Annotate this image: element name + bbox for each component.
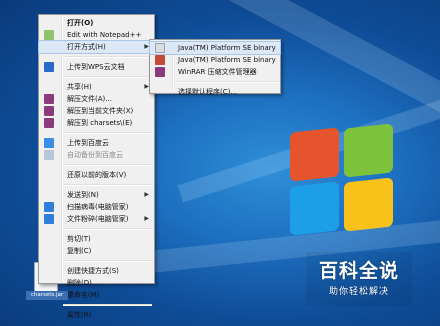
menu-extract-here[interactable]: 解压到当前文件夹(X)	[39, 105, 154, 117]
context-menu: 打开(O) Edit with Notepad++ 打开方式(H) ▶ 上传到WP…	[38, 14, 155, 319]
menu-properties[interactable]: 属性(R)	[39, 309, 154, 321]
watermark-subtitle: 助你轻松解决	[328, 287, 389, 297]
windows-logo-icon	[290, 123, 400, 240]
submenu-java-2[interactable]: Java(TM) Platform SE binary	[150, 54, 280, 66]
winrar-icon	[44, 94, 54, 104]
menu-share[interactable]: 共享(H) ▶	[39, 81, 154, 93]
watermark-title: 百科全说	[318, 260, 399, 282]
menu-scan-virus[interactable]: 扫描病毒(电脑管家)	[39, 201, 154, 213]
menu-copy[interactable]: 复制(C)	[39, 245, 154, 257]
menu-open[interactable]: 打开(O)	[39, 17, 154, 29]
menu-separator	[63, 132, 152, 134]
menu-separator	[174, 81, 278, 83]
menu-separator	[63, 260, 152, 262]
open-with-submenu: Java(TM) Platform SE binary Java(TM) Pla…	[149, 39, 281, 96]
menu-auto-backup: 自动备份到百度云	[39, 149, 154, 161]
winrar-icon	[44, 118, 54, 128]
menu-separator	[63, 184, 152, 186]
shield-icon	[44, 214, 54, 224]
menu-create-shortcut[interactable]: 创建快捷方式(S)	[39, 265, 154, 277]
baidu-cloud-icon	[44, 138, 54, 148]
winrar-icon	[155, 67, 165, 77]
winrar-icon	[44, 106, 54, 116]
submenu-winrar[interactable]: WinRAR 压缩文件管理器	[150, 66, 280, 78]
menu-upload-baidu[interactable]: 上传到百度云	[39, 137, 154, 149]
menu-restore[interactable]: 还原以前的版本(V)	[39, 169, 154, 181]
notepad-icon	[44, 30, 54, 40]
menu-edit-notepad[interactable]: Edit with Notepad++	[39, 29, 154, 41]
menu-send-to[interactable]: 发送到(N) ▶	[39, 189, 154, 201]
menu-upload-wps[interactable]: 上传到WPS云文档	[39, 61, 154, 73]
menu-shred[interactable]: 文件粉碎(电脑管家) ▶	[39, 213, 154, 225]
menu-separator	[63, 304, 152, 306]
menu-cut[interactable]: 剪切(T)	[39, 233, 154, 245]
menu-rename[interactable]: 重命名(M)	[39, 289, 154, 301]
wps-cloud-icon	[44, 62, 54, 72]
menu-extract-files[interactable]: 解压文件(A)...	[39, 93, 154, 105]
submenu-arrow-icon: ▶	[144, 191, 149, 198]
watermark: 百科全说 助你轻松解决	[306, 252, 412, 306]
java-icon	[155, 43, 165, 53]
shield-icon	[44, 202, 54, 212]
java-icon	[155, 55, 165, 65]
menu-open-with[interactable]: 打开方式(H) ▶	[38, 40, 155, 54]
menu-separator	[63, 76, 152, 78]
menu-separator	[63, 228, 152, 230]
submenu-java-1[interactable]: Java(TM) Platform SE binary	[149, 41, 281, 55]
baidu-cloud-icon	[44, 150, 54, 160]
submenu-choose-default[interactable]: 选择默认程序(C)...	[150, 86, 280, 98]
menu-delete[interactable]: 删除(D)	[39, 277, 154, 289]
menu-extract-to[interactable]: 解压到 charsets\(E)	[39, 117, 154, 129]
menu-separator	[63, 164, 152, 166]
submenu-arrow-icon: ▶	[144, 215, 149, 222]
menu-separator	[63, 56, 152, 58]
